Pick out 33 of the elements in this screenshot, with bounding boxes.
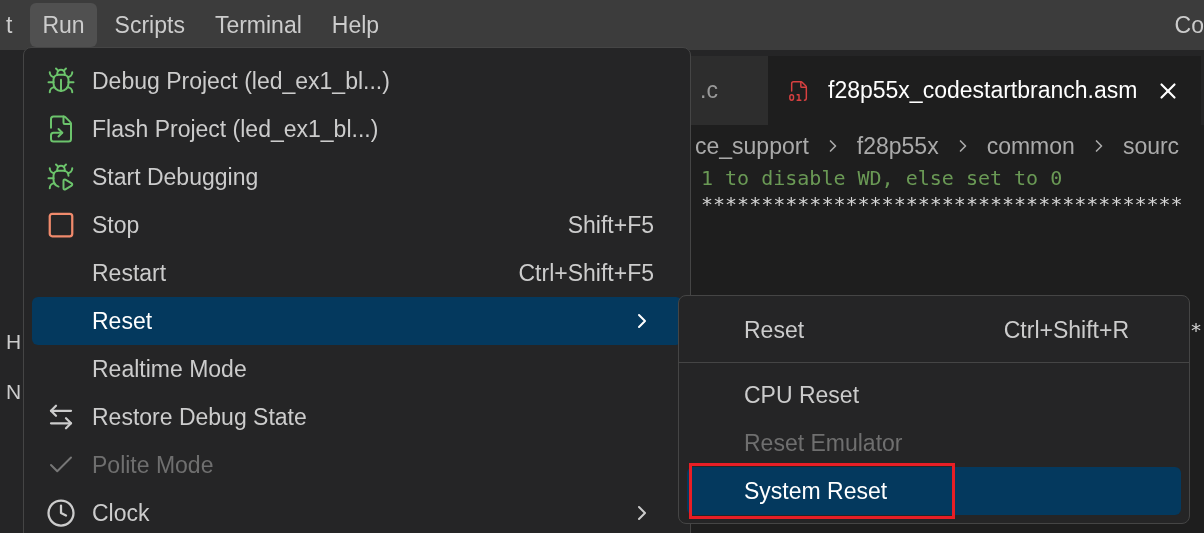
bug-icon	[46, 66, 76, 96]
menu-item[interactable]: System Reset	[687, 467, 1181, 515]
menu-item[interactable]: Flash Project (led_ex1_bl...)	[32, 105, 682, 153]
breadcrumb-item[interactable]: common	[986, 128, 1075, 164]
editor-tab[interactable]: f28p55x_codestartbranch.asm	[768, 56, 1202, 125]
menu-item[interactable]: Restore Debug State	[32, 393, 682, 441]
menu-item[interactable]: Start Debugging	[32, 153, 682, 201]
window-title: Co	[1174, 10, 1204, 40]
menu-bar-item[interactable]: Terminal	[202, 3, 314, 47]
stop-icon	[46, 210, 76, 240]
panel-text: N	[6, 378, 22, 405]
menu-item[interactable]: Restart Ctrl+Shift+F5	[32, 249, 682, 297]
menu-bar-item[interactable]: t	[0, 3, 25, 47]
menu-item[interactable]: Stop Shift+F5	[32, 201, 682, 249]
panel-text: H	[6, 329, 22, 355]
clock-icon	[46, 498, 76, 528]
menu-item[interactable]: Reset	[32, 297, 682, 345]
menu-item[interactable]: Debug Project (led_ex1_bl...)	[32, 57, 682, 105]
menu-bar-item[interactable]: Run	[30, 3, 97, 47]
code-line: *	[1189, 317, 1202, 344]
code-line: ****************************************	[701, 191, 1183, 218]
menu-item[interactable]: Realtime Mode	[32, 345, 682, 393]
play-bug-icon	[46, 162, 76, 192]
menu-item[interactable]: CPU Reset	[687, 371, 1181, 419]
menu-bar-item[interactable]: Help	[319, 3, 392, 47]
menu-bar-item[interactable]: Scripts	[102, 3, 197, 47]
menu-item[interactable]: Reset Ctrl+Shift+R	[687, 306, 1181, 354]
breadcrumb-item[interactable]: sourc	[1122, 128, 1180, 164]
breadcrumb-item[interactable]: ce_support	[695, 128, 809, 164]
breadcrumb-item[interactable]: f28p55x	[856, 128, 939, 164]
code-line: 1 to disable WD, else set to 0	[701, 167, 1063, 189]
menu-item[interactable]: Clock	[32, 489, 682, 533]
binary-file-icon	[788, 78, 810, 103]
